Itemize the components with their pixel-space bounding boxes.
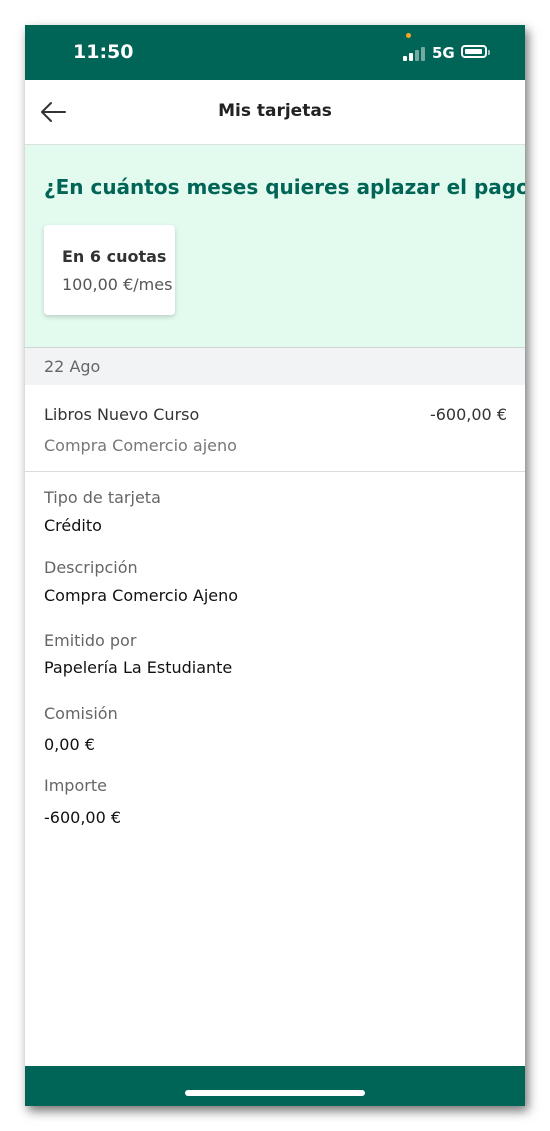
detail-label-card-type: Tipo de tarjeta: [44, 488, 161, 507]
detail-value-card-type: Crédito: [44, 516, 102, 535]
transaction-row: Libros Nuevo Curso -600,00 € Compra Come…: [25, 385, 525, 472]
status-time: 11:50: [73, 41, 134, 63]
phone-screen: 11:50 5G Mis tarjetas ¿En cuántos meses …: [25, 25, 525, 1106]
date-header: 22 Ago: [25, 348, 525, 385]
installment-option-amount: 100,00 €/mes: [62, 275, 173, 294]
detail-label-fee: Comisión: [44, 704, 118, 723]
detail-label-issuer: Emitido por: [44, 631, 137, 650]
bottom-bar: [25, 1066, 525, 1106]
detail-value-description: Compra Comercio Ajeno: [44, 586, 239, 605]
detail-label-description: Descripción: [44, 558, 138, 577]
transaction-amount: -600,00 €: [429, 405, 507, 424]
transaction-name: Libros Nuevo Curso: [44, 405, 200, 424]
page-title: Mis tarjetas: [218, 101, 332, 121]
status-bar: 11:50 5G: [25, 25, 525, 80]
network-type: 5G: [432, 44, 455, 62]
transaction-type: Compra Comercio ajeno: [44, 436, 237, 455]
detail-value-issuer: Papelería La Estudiante: [44, 658, 233, 677]
installment-promo: ¿En cuántos meses quieres aplazar el pag…: [25, 145, 525, 348]
privacy-indicator-dot: [406, 33, 411, 38]
signal-icon: [403, 45, 427, 61]
battery-icon: [461, 45, 490, 58]
installment-option-title: En 6 cuotas: [62, 247, 167, 266]
installment-option-card[interactable]: En 6 cuotas 100,00 €/mes: [44, 225, 175, 315]
navigation-bar: Mis tarjetas: [25, 80, 525, 145]
transaction-date: 22 Ago: [44, 357, 101, 376]
detail-label-amount: Importe: [44, 776, 107, 795]
installment-question: ¿En cuántos meses quieres aplazar el pag…: [44, 175, 525, 199]
detail-value-amount: -600,00 €: [44, 808, 122, 827]
home-indicator[interactable]: [185, 1090, 365, 1096]
detail-value-fee: 0,00 €: [44, 735, 95, 754]
